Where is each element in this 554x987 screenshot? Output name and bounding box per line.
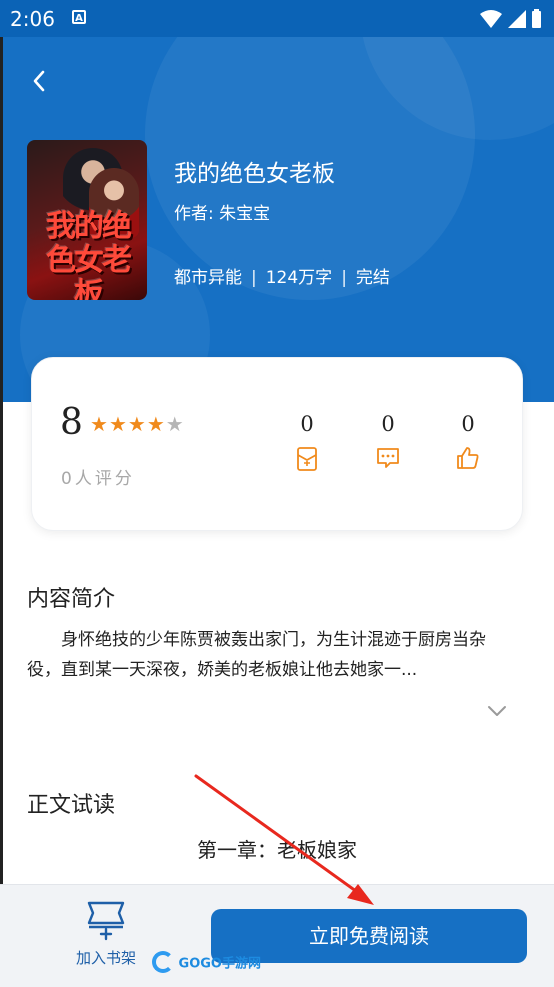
rating-card: 8 ★★★★★ 0人评分 0 0 0 <box>31 357 523 531</box>
book-author: 作者: 朱宝宝 <box>174 204 271 224</box>
status-time: 2:06 <box>10 7 55 31</box>
stat-comment[interactable]: 0 <box>368 412 408 470</box>
raters-count: 0人评分 <box>61 469 135 489</box>
star-icon: ★ <box>127 412 147 436</box>
bottom-bar: 加入书架 立即免费阅读 GOGO手游网 <box>0 884 554 987</box>
book-meta: 都市异能 | 124万字 | 完结 <box>174 263 390 288</box>
back-button[interactable] <box>26 66 56 96</box>
book-title: 我的绝色女老板 <box>174 161 335 187</box>
star-icon: ★ <box>165 412 185 436</box>
watermark-text: GOGO手游网 <box>178 956 261 972</box>
star-icon: ★ <box>146 412 166 436</box>
intro-text: 身怀绝技的少年陈贾被轰出家门，为生计混迹于厨房当杂役，直到某一天深夜，娇美的老板… <box>27 630 486 680</box>
battery-icon <box>532 11 541 28</box>
chevron-left-icon <box>33 70 45 92</box>
stat-value: 0 <box>381 412 395 436</box>
star-icon: ★ <box>90 412 109 436</box>
signal-icon <box>508 10 526 28</box>
stat-value: 0 <box>461 412 475 436</box>
chapter-title: 第一章：老板娘家 <box>197 838 357 862</box>
stat-gift[interactable]: 0 <box>287 412 327 472</box>
notification-icon: A <box>72 10 86 24</box>
book-cover: 我的绝色女老板 <box>27 140 147 300</box>
watermark: GOGO手游网 <box>152 951 261 973</box>
book-status: 完结 <box>355 268 390 288</box>
add-to-shelf-button[interactable]: 加入书架 <box>66 899 146 968</box>
wifi-icon <box>480 9 541 28</box>
rating-stars: ★★★★★ <box>90 412 185 436</box>
stat-like[interactable]: 0 <box>448 412 488 470</box>
star-icon: ★ <box>108 412 128 436</box>
trial-heading: 正文试读 <box>27 793 116 818</box>
stat-value: 0 <box>300 412 314 436</box>
cover-title-art: 我的绝色女老板 <box>46 209 132 301</box>
watermark-logo-icon <box>152 951 174 973</box>
add-to-shelf-label: 加入书架 <box>75 949 136 967</box>
rating-score: 8 <box>60 402 83 443</box>
status-icons <box>478 8 544 34</box>
gift-icon <box>297 447 317 471</box>
meta-separator: | <box>251 268 257 288</box>
status-bar: 2:06 A <box>0 0 554 37</box>
intro-heading: 内容简介 <box>27 587 116 612</box>
bookshelf-icon <box>87 901 125 941</box>
comment-icon <box>377 448 399 468</box>
chevron-down-icon <box>488 706 506 716</box>
expand-button[interactable] <box>486 700 508 722</box>
book-word-count: 124万字 <box>265 268 333 288</box>
meta-separator: | <box>341 268 347 288</box>
book-genre: 都市异能 <box>174 268 242 288</box>
thumbs-up-icon <box>457 447 479 469</box>
